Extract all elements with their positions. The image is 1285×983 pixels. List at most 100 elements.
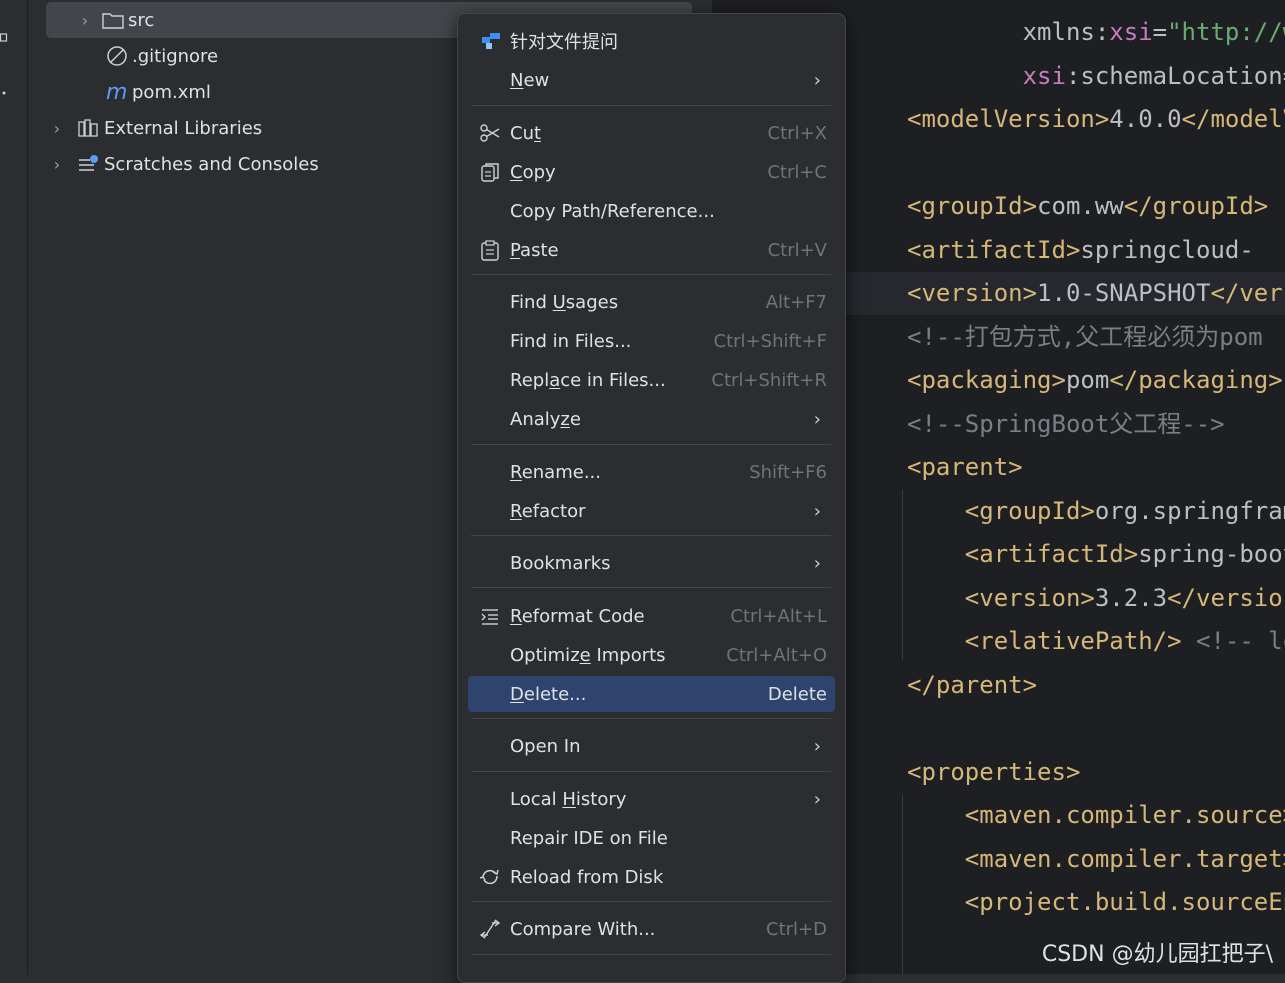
- chevron-right-icon: ›: [813, 552, 821, 574]
- ignore-file-icon: [106, 45, 132, 67]
- tree-item-label: .gitignore: [132, 45, 219, 67]
- menu-item-label: Delete...: [510, 683, 587, 705]
- menu-item-rename[interactable]: Rename... Shift+F6: [468, 454, 835, 490]
- menu-item-new[interactable]: New ›: [468, 62, 835, 98]
- chevron-right-icon[interactable]: ›: [48, 155, 66, 174]
- menu-item-shortcut: Ctrl+V: [767, 239, 827, 261]
- chevron-right-icon: ›: [813, 735, 821, 757]
- tree-item-external-libraries[interactable]: › External Libraries: [48, 110, 262, 146]
- code-token: </packaging>: [1109, 366, 1283, 394]
- menu-separator: [471, 718, 831, 719]
- menu-item-label: Reformat Code: [510, 605, 645, 627]
- folder-icon: [102, 11, 128, 29]
- code-token: <artifactId>: [907, 235, 1081, 264]
- menu-item-label: Repair IDE on File: [510, 827, 668, 849]
- chevron-right-icon: ›: [813, 69, 821, 91]
- menu-item-shortcut: Ctrl+Alt+O: [726, 644, 827, 666]
- menu-item-open-in[interactable]: Open In ›: [468, 728, 835, 764]
- menu-item-shortcut: Ctrl+X: [767, 122, 827, 144]
- menu-item-repair-ide-on-file[interactable]: Repair IDE on File: [468, 820, 835, 856]
- menu-item-label: Find Usages: [510, 291, 619, 313]
- project-tool-icon[interactable]: [0, 28, 8, 42]
- tree-item-label: pom.xml: [132, 81, 211, 103]
- code-line: </parent>: [907, 664, 1037, 707]
- menu-item-label: Compare With...: [510, 918, 656, 940]
- code-token: 3.2.3: [1094, 583, 1168, 612]
- code-line: <!--打包方式,父工程必须为pom: [907, 316, 1263, 359]
- menu-item-label: Copy: [510, 161, 556, 183]
- menu-item-label: Refactor: [510, 500, 586, 522]
- chevron-right-icon[interactable]: ›: [76, 11, 94, 30]
- chevron-right-icon[interactable]: ›: [48, 119, 66, 138]
- code-line: xsi:schemaLocation=: [907, 55, 1285, 98]
- code-token: <modelVersion>: [907, 105, 1110, 133]
- chevron-right-icon: ›: [813, 788, 821, 810]
- code-token: org.springframework: [1094, 496, 1285, 525]
- menu-item-label: Open In: [510, 735, 581, 757]
- code-token: spring-boot: [1138, 540, 1285, 568]
- menu-item-shortcut: Ctrl+Alt+L: [730, 605, 827, 627]
- code-token: <version>: [964, 583, 1095, 612]
- menu-item-copy-path-reference[interactable]: Copy Path/Reference...: [468, 193, 835, 229]
- menu-item-reformat-code[interactable]: Reformat Code Ctrl+Alt+L: [468, 598, 835, 634]
- maven-icon: m: [106, 79, 128, 105]
- watermark: CSDN @幼儿园扛把子\: [1041, 942, 1273, 967]
- menu-item-bookmarks[interactable]: Bookmarks ›: [468, 545, 835, 581]
- menu-item-copy[interactable]: Copy Ctrl+C: [468, 154, 835, 190]
- code-token: xsi: [1022, 61, 1066, 90]
- menu-item-label: Cut: [510, 122, 542, 144]
- menu-separator: [471, 587, 831, 588]
- menu-item-find-in-files[interactable]: Find in Files... Ctrl+Shift+F: [468, 323, 835, 359]
- menu-separator: [471, 954, 831, 955]
- menu-item-optimize-imports[interactable]: Optimize Imports Ctrl+Alt+O: [468, 637, 835, 673]
- menu-item-label: Rename...: [510, 461, 601, 483]
- menu-item-label: Bookmarks: [510, 552, 611, 574]
- tree-item-scratches[interactable]: › Scratches and Consoles: [48, 146, 319, 182]
- tree-item-pom-xml[interactable]: m pom.xml: [106, 74, 211, 110]
- code-token: <groupId>: [964, 496, 1095, 525]
- ai-ask-icon: [478, 29, 502, 53]
- code-token: <groupId>: [907, 192, 1038, 220]
- menu-item-paste[interactable]: Paste Ctrl+V: [468, 232, 835, 268]
- code-line: <parent>: [907, 446, 1023, 489]
- more-tools-icon[interactable]: [0, 82, 8, 95]
- menu-item-reload-from-disk[interactable]: Reload from Disk: [468, 859, 835, 895]
- menu-item-find-usages[interactable]: Find Usages Alt+F7: [468, 284, 835, 320]
- menu-item-cut[interactable]: Cut Ctrl+X: [468, 115, 835, 151]
- code-token: xmlns:: [907, 18, 1110, 46]
- code-token: com.ww: [1037, 192, 1124, 220]
- menu-item-label: Optimize Imports: [510, 644, 666, 666]
- scissors-icon: [478, 121, 502, 145]
- reformat-icon: [478, 604, 502, 628]
- code-line: <maven.compiler.target>: [907, 838, 1285, 881]
- menu-item-analyze[interactable]: Analyze ›: [468, 401, 835, 437]
- menu-item-label: Analyze: [510, 408, 581, 430]
- code-line: <groupId>com.ww</groupId>: [907, 185, 1268, 228]
- menu-item-shortcut: Alt+F7: [765, 291, 827, 313]
- code-token: <parent>: [907, 453, 1023, 481]
- menu-item-shortcut: Ctrl+Shift+R: [711, 369, 827, 391]
- code-token: springcloud-: [1080, 235, 1254, 264]
- tool-window-strip: [0, 0, 28, 974]
- menu-item-local-history[interactable]: Local History ›: [468, 781, 835, 817]
- code-token: </version>: [1167, 583, 1285, 612]
- menu-separator: [471, 535, 831, 536]
- menu-item-ask-about-file[interactable]: 针对文件提问: [468, 23, 835, 59]
- menu-item-replace-in-files[interactable]: Replace in Files... Ctrl+Shift+R: [468, 362, 835, 398]
- code-token: <properties>: [907, 757, 1081, 786]
- menu-item-compare-with[interactable]: Compare With... Ctrl+D: [468, 911, 835, 947]
- code-token: <relativePath/>: [964, 627, 1182, 655]
- compare-icon: [478, 917, 502, 941]
- menu-separator: [471, 274, 831, 275]
- tree-item-label: External Libraries: [104, 117, 263, 139]
- menu-item-refactor[interactable]: Refactor ›: [468, 493, 835, 529]
- menu-item-label: Paste: [510, 239, 559, 261]
- menu-item-delete[interactable]: Delete... Delete: [468, 676, 835, 712]
- tree-item-gitignore[interactable]: .gitignore: [106, 38, 218, 74]
